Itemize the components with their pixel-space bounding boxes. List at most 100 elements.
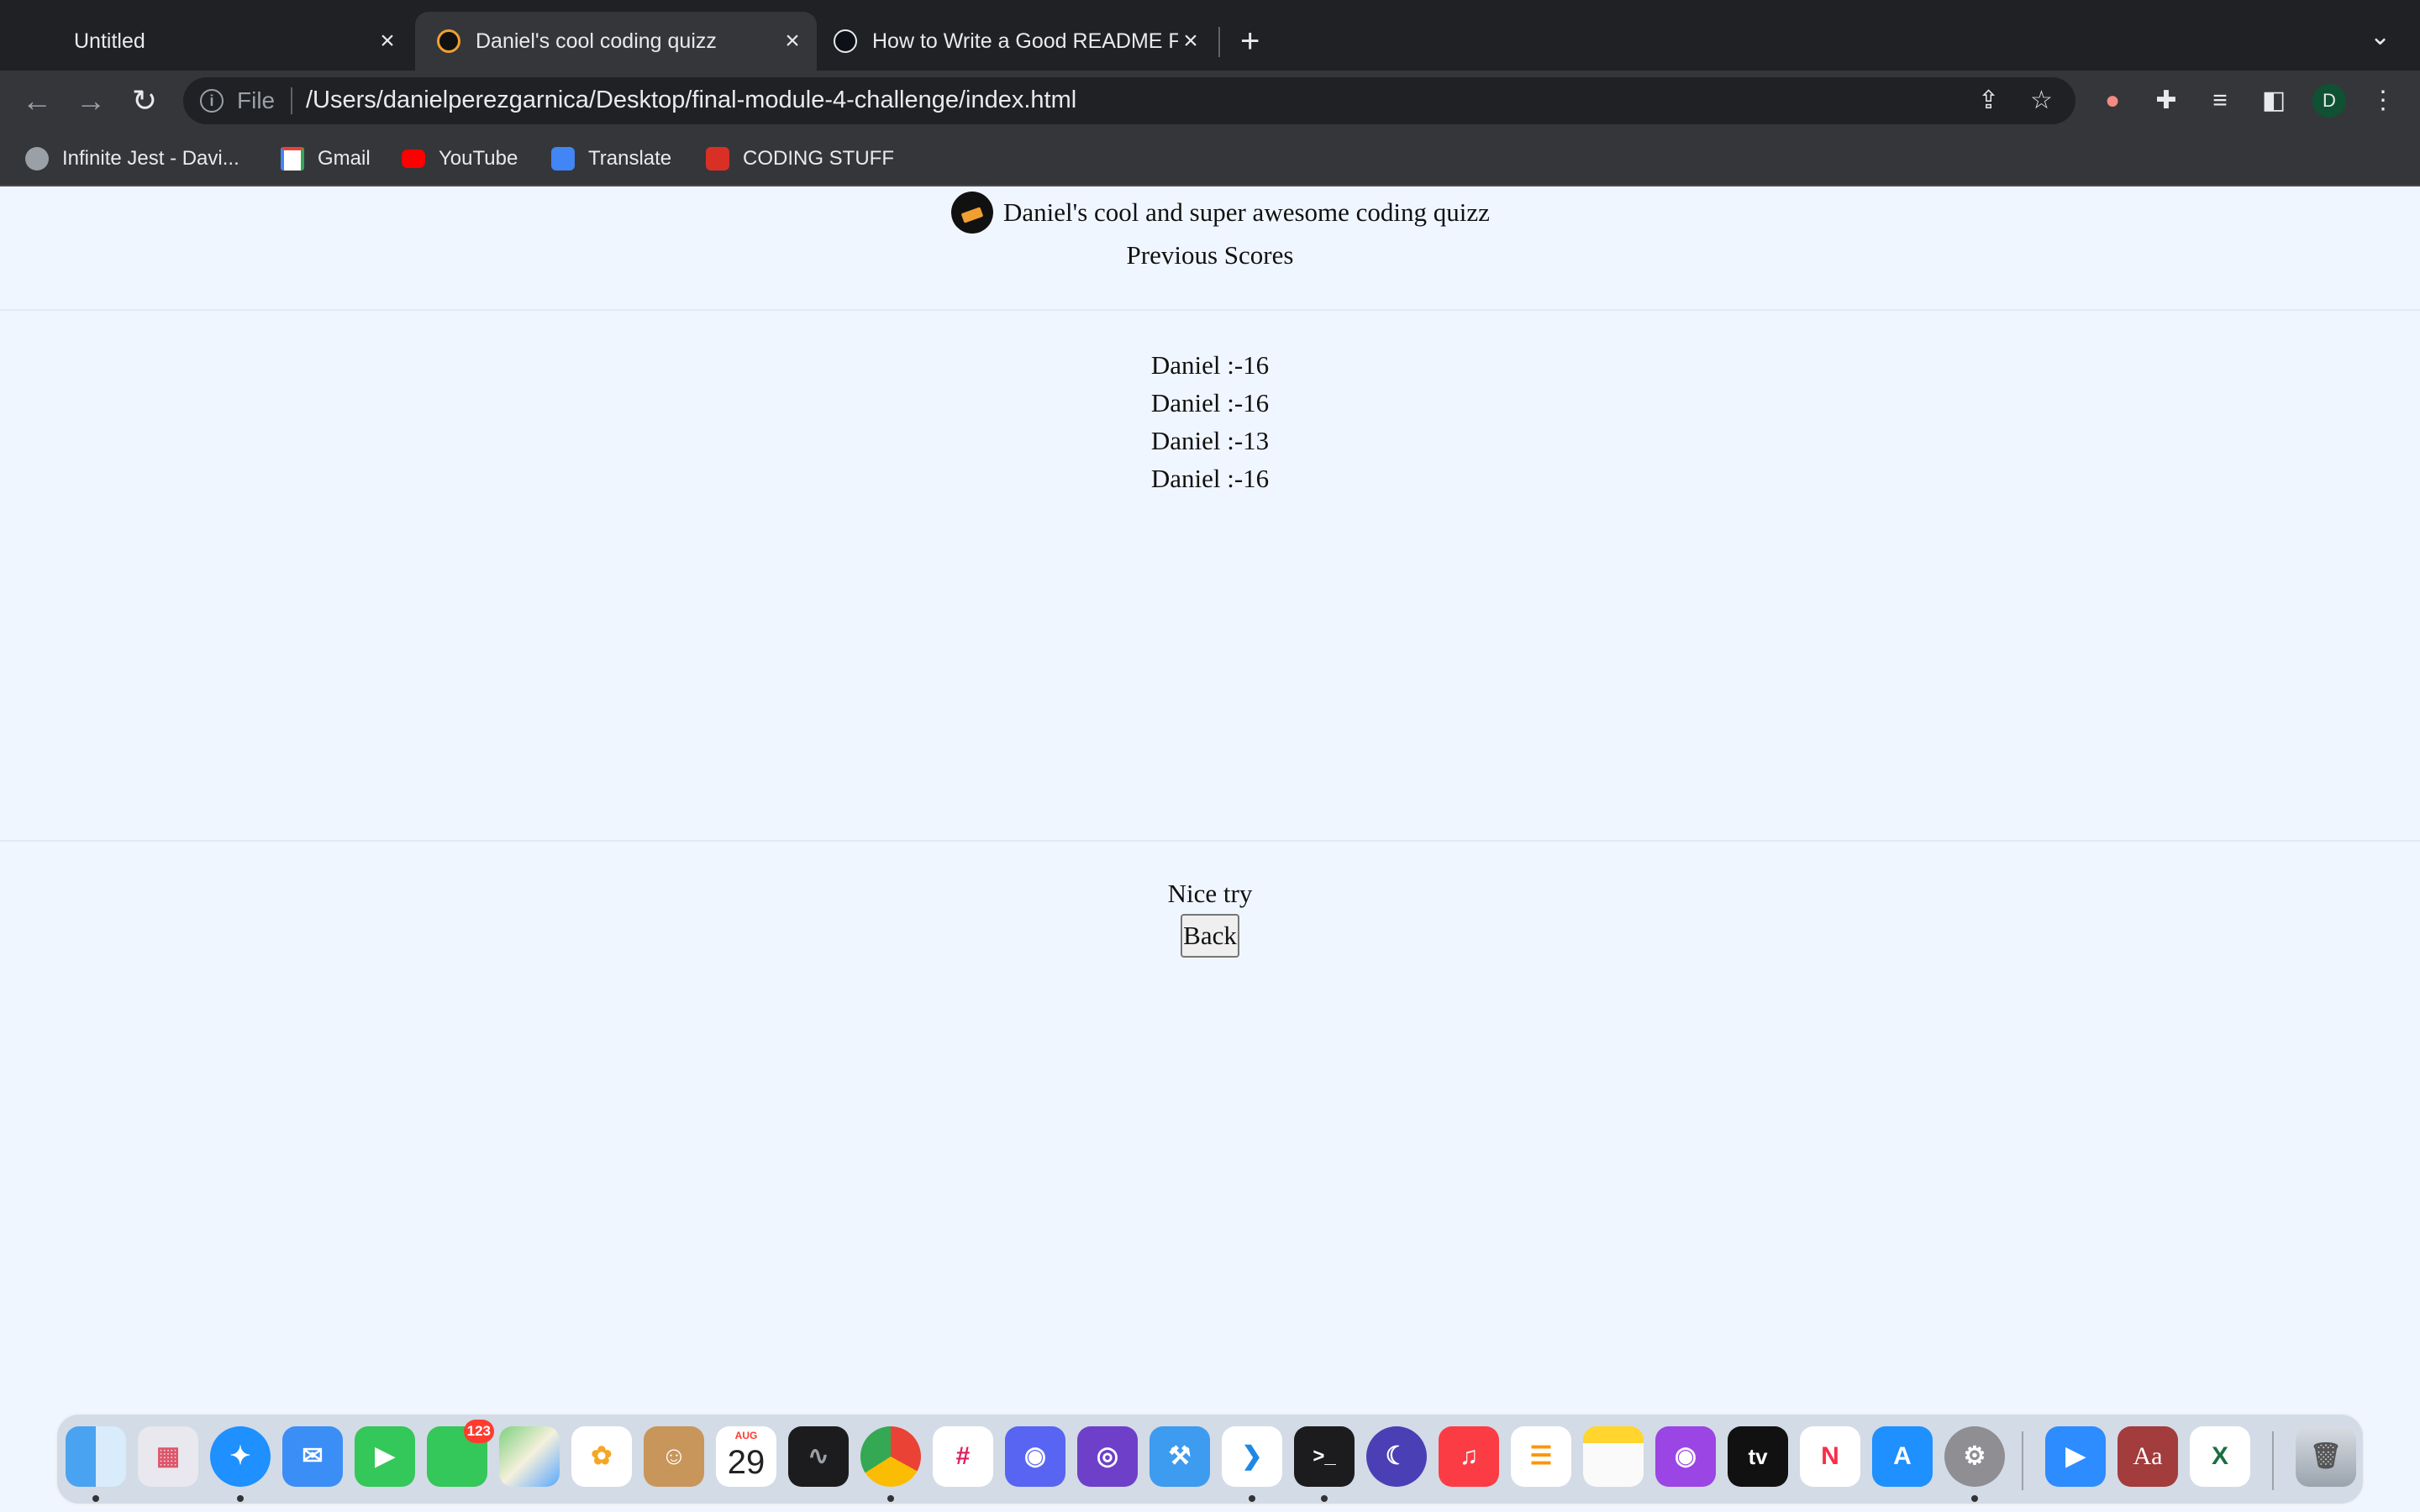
bookmark-label: Infinite Jest - Davi... — [62, 147, 239, 170]
profile-avatar[interactable]: D — [2312, 84, 2346, 118]
news-icon[interactable]: N — [1800, 1426, 1860, 1487]
tab-title: How to Write a Good README File — [872, 29, 1178, 53]
contacts-icon[interactable]: ☺ — [644, 1426, 704, 1487]
folder-icon — [706, 147, 729, 171]
xcode-icon[interactable]: ⚒ — [1150, 1426, 1210, 1487]
calendar-icon[interactable]: AUG 29 — [716, 1426, 776, 1487]
section-divider — [0, 840, 2420, 842]
app-store-icon[interactable]: A — [1872, 1426, 1933, 1487]
messages-badge: 123 — [463, 1420, 494, 1443]
scores-list: Daniel :-16 Daniel :-16 Daniel :-13 Dani… — [0, 346, 2420, 497]
score-item: Daniel :-13 — [1150, 426, 1270, 455]
tab-separator — [1218, 27, 1220, 57]
url-scheme: File — [237, 87, 276, 113]
chrome-icon[interactable] — [860, 1426, 921, 1487]
tab-quiz[interactable]: Daniel's cool coding quizz × — [415, 12, 817, 71]
media-control-icon[interactable]: ≡ — [2205, 86, 2235, 116]
close-icon[interactable]: × — [375, 27, 400, 55]
forward-arrow-icon[interactable]: → — [72, 82, 109, 119]
brand: Daniel's cool and super awesome coding q… — [951, 192, 1490, 234]
score-item: Daniel :-16 — [1150, 350, 1270, 380]
slack-icon[interactable]: # — [933, 1426, 993, 1487]
close-icon[interactable]: × — [1178, 27, 1203, 55]
back-button[interactable]: Back — [1181, 914, 1239, 958]
bookmark-label: YouTube — [439, 147, 518, 170]
activity-monitor-icon[interactable]: ∿ — [788, 1426, 849, 1487]
info-icon[interactable]: i — [200, 89, 224, 113]
bookmark-label: Translate — [588, 147, 672, 170]
launchpad-icon[interactable]: ▦ — [138, 1426, 198, 1487]
zoom-icon[interactable]: ▶ — [2045, 1426, 2106, 1487]
excel-icon[interactable]: X — [2190, 1426, 2250, 1487]
music-icon[interactable]: ♫ — [1439, 1426, 1499, 1487]
close-icon[interactable]: × — [780, 27, 805, 55]
bookmark-label: Gmail — [318, 147, 371, 170]
safari-icon[interactable]: ✦ — [210, 1426, 271, 1487]
tab-title: Daniel's cool coding quizz — [476, 29, 717, 53]
side-panel-icon[interactable]: ◧ — [2259, 86, 2289, 116]
extension-record-icon[interactable]: ● — [2097, 86, 2128, 116]
tab-untitled[interactable]: Untitled × — [59, 12, 412, 71]
bookmark-gmail[interactable]: Gmail — [281, 144, 371, 173]
running-indicator — [1249, 1495, 1255, 1502]
calendar-month: AUG — [734, 1430, 758, 1441]
browser-toolbar: ← → ↻ i File /Users/danielperezgarnica/D… — [0, 71, 2420, 131]
system-settings-icon[interactable]: ⚙ — [1944, 1426, 2005, 1487]
photos-icon[interactable]: ✿ — [571, 1426, 632, 1487]
share-icon[interactable]: ⇪ — [1978, 86, 1999, 115]
maps-icon[interactable] — [499, 1426, 560, 1487]
podcasts-icon[interactable]: ◉ — [1655, 1426, 1716, 1487]
address-bar[interactable]: i File /Users/danielperezgarnica/Desktop… — [183, 77, 2075, 124]
bookmark-translate[interactable]: Translate — [551, 144, 671, 173]
notes-icon[interactable] — [1583, 1426, 1644, 1487]
url-text[interactable]: /Users/danielperezgarnica/Desktop/final-… — [306, 87, 1076, 114]
bookmark-infinite-jest[interactable]: Infinite Jest - Davi... — [25, 144, 239, 173]
tab-readme[interactable]: How to Write a Good README File × — [820, 12, 1215, 71]
messages-icon[interactable]: 123 — [427, 1420, 494, 1487]
vscode-icon[interactable]: ❯ — [1222, 1426, 1282, 1487]
github-desktop-icon[interactable]: ◎ — [1077, 1426, 1138, 1487]
page-header: Daniel's cool and super awesome coding q… — [0, 186, 2420, 311]
page-content: Daniel's cool and super awesome coding q… — [0, 186, 2420, 1512]
new-tab-button[interactable]: + — [1240, 22, 1260, 60]
readme-favicon-icon — [834, 29, 857, 53]
discord-icon[interactable]: ◉ — [1005, 1426, 1065, 1487]
finder-icon[interactable] — [66, 1426, 126, 1487]
trash-icon[interactable]: 🗑 — [2296, 1426, 2356, 1487]
bookmark-label: CODING STUFF — [743, 147, 894, 170]
dictionary-icon[interactable]: Aa — [2118, 1426, 2178, 1487]
back-arrow-icon[interactable]: ← — [18, 82, 55, 119]
running-indicator — [887, 1495, 894, 1502]
reload-icon[interactable]: ↻ — [126, 82, 163, 119]
apple-tv-icon[interactable]: tv — [1728, 1426, 1788, 1487]
translate-icon — [551, 147, 575, 171]
terminal-icon[interactable]: >_ — [1294, 1426, 1355, 1487]
facetime-icon[interactable]: ▶ — [355, 1426, 415, 1487]
reminders-icon[interactable]: ☰ — [1511, 1426, 1571, 1487]
running-indicator — [1971, 1495, 1978, 1502]
tab-search-chevron-icon[interactable]: ⌄ — [2370, 22, 2391, 51]
menu-kebab-icon[interactable]: ⋮ — [2368, 86, 2398, 116]
bookmark-youtube[interactable]: YouTube — [402, 144, 518, 173]
macos-dock: ▦ ✦ ✉ ▶ 123 ✿ ☺ AUG 29 ∿ # ◉ ◎ ⚒ ❯ >_ ☾ … — [55, 1413, 2365, 1505]
gmail-icon — [281, 147, 304, 171]
score-item: Daniel :-16 — [1150, 464, 1270, 493]
extensions-puzzle-icon[interactable]: ✚ — [2151, 86, 2181, 116]
running-indicator — [1321, 1495, 1328, 1502]
mail-icon[interactable]: ✉ — [282, 1426, 343, 1487]
dock-divider — [2022, 1431, 2023, 1490]
result-message: Nice try — [1167, 879, 1253, 908]
running-indicator — [237, 1495, 244, 1502]
score-item: Daniel :-16 — [1150, 388, 1270, 417]
dock-divider — [2272, 1431, 2274, 1490]
bookmark-star-icon[interactable]: ☆ — [2030, 86, 2053, 115]
night-shift-icon[interactable]: ☾ — [1366, 1426, 1427, 1487]
calendar-day: 29 — [727, 1444, 765, 1481]
bookmarks-bar: Infinite Jest - Davi... Gmail YouTube Tr… — [0, 131, 2420, 186]
tab-strip: Untitled × Daniel's cool coding quizz × … — [0, 0, 2420, 71]
bookmark-coding-stuff[interactable]: CODING STUFF — [706, 144, 894, 173]
quiz-favicon-icon — [437, 29, 460, 53]
previous-scores-heading: Previous Scores — [1126, 240, 1294, 270]
youtube-icon — [402, 150, 425, 168]
omnibox-separator — [291, 87, 292, 114]
